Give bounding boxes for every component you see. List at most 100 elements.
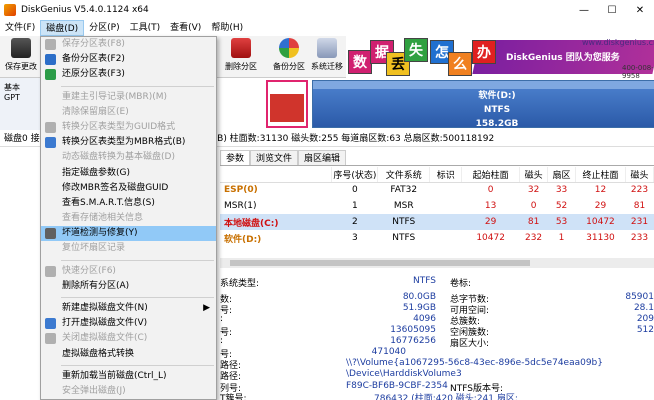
disk-menu-item-label: 清除保留扇区(E) bbox=[62, 106, 129, 117]
partition-sector: 33 bbox=[555, 185, 568, 196]
menu-file[interactable]: 文件(F) bbox=[0, 20, 40, 36]
backup-partition-button[interactable]: 备份分区 bbox=[268, 38, 310, 72]
disk-menu-item[interactable]: 查看S.M.A.R.T.信息(S) bbox=[41, 196, 216, 211]
backup-partition-icon bbox=[279, 38, 299, 58]
partition-fs: FAT32 bbox=[390, 185, 418, 196]
detail-label: : bbox=[220, 336, 224, 346]
col-header-head[interactable]: 磁头 bbox=[519, 167, 549, 183]
partition-block-d[interactable]: 软件(D:) NTFS 158.2GB bbox=[312, 80, 654, 129]
mbr-icon bbox=[45, 137, 56, 149]
partition-index: 3 bbox=[351, 233, 358, 243]
partition-flag bbox=[430, 198, 462, 214]
partition-sector: 1 bbox=[558, 233, 565, 243]
disk-menu-item[interactable]: 坏道检测与修复(Y) bbox=[41, 226, 216, 242]
disk-menu-item[interactable]: 备份分区表(F2) bbox=[41, 52, 216, 67]
minimize-button[interactable]: — bbox=[570, 0, 598, 20]
repair-icon bbox=[45, 228, 56, 240]
promo-banner[interactable]: 数 据 丢 失 怎 么 办 www.diskgenius.cn DiskGeni… bbox=[346, 36, 654, 78]
disk-menu-item[interactable]: 指定磁盘参数(G) bbox=[41, 166, 216, 181]
disk-menu-item[interactable]: 还原分区表(F3) bbox=[41, 67, 216, 82]
mft-cluster-label: T簇号: bbox=[220, 394, 247, 400]
save-icon bbox=[11, 38, 31, 58]
maximize-button[interactable]: ☐ bbox=[598, 0, 626, 20]
disk-menu-item: 转换分区表类型为GUID格式 bbox=[41, 120, 216, 135]
disk-menu-item[interactable]: 修改MBR签名及磁盘GUID bbox=[41, 181, 216, 196]
disk-menu-item[interactable]: 打开虚拟磁盘文件(V) bbox=[41, 316, 216, 331]
partition-index: 1 bbox=[351, 201, 358, 211]
menu-tools[interactable]: 工具(T) bbox=[125, 20, 166, 36]
disk-menu-item: 关闭虚拟磁盘文件(C) bbox=[41, 331, 216, 346]
partition-block-c[interactable] bbox=[266, 80, 308, 128]
table-horizontal-scrollbar[interactable] bbox=[220, 258, 654, 268]
disk-tree[interactable] bbox=[0, 150, 42, 400]
table-row[interactable]: 本地磁盘(C:) 2 NTFS 29 81 53 10472 231 bbox=[220, 214, 654, 230]
delete-partition-label: 删除分区 bbox=[225, 62, 257, 71]
col-header-name[interactable] bbox=[220, 167, 333, 183]
col-header-fs[interactable]: 文件系统 bbox=[377, 167, 431, 183]
partition-end-head: 223 bbox=[630, 185, 649, 196]
banner-char-4: 失 bbox=[404, 38, 428, 62]
mft-cluster-value: 786432 (柱面:420 磁头:241 扇区: bbox=[374, 394, 518, 400]
quick-partition-icon bbox=[45, 265, 56, 277]
table-row[interactable]: 软件(D:) 3 NTFS 10472 232 1 31130 233 bbox=[220, 230, 654, 246]
disk-menu-item[interactable]: 重新加载当前磁盘(Ctrl_L) bbox=[41, 369, 216, 384]
disk-menu-item: 清除保留扇区(E) bbox=[41, 105, 216, 120]
banner-char-7: 办 bbox=[472, 40, 496, 64]
menu-help[interactable]: 帮助(H) bbox=[206, 20, 248, 36]
col-header-start-cyl[interactable]: 起始柱面 bbox=[461, 167, 521, 183]
partition-fs: NTFS bbox=[377, 214, 430, 230]
col-header-end-cyl[interactable]: 终止柱面 bbox=[575, 167, 626, 183]
free-clusters-value: 512 bbox=[636, 325, 654, 335]
partition-end-cyl: 31130 bbox=[586, 233, 615, 243]
submenu-arrow-icon: ▶ bbox=[203, 303, 210, 313]
disk-menu-item-label: 删除所有分区(A) bbox=[62, 280, 130, 291]
disk-menu-item[interactable]: 删除所有分区(A) bbox=[41, 279, 216, 294]
partition-head: 232 bbox=[524, 233, 543, 243]
tab-sector-edit[interactable]: 扇区编辑 bbox=[298, 150, 347, 165]
banner-char-6: 么 bbox=[448, 52, 472, 76]
menu-bar: 文件(F) 磁盘(D) 分区(P) 工具(T) 查看(V) 帮助(H) bbox=[0, 20, 654, 36]
partition-name: ESP(0) bbox=[224, 185, 258, 196]
partition-end-cyl: 12 bbox=[594, 185, 607, 196]
volume-label: 卷标: bbox=[450, 279, 472, 289]
partition-name: MSR(1) bbox=[224, 201, 257, 211]
menu-disk[interactable]: 磁盘(D) bbox=[40, 20, 85, 36]
partition-end-head: 81 bbox=[633, 201, 646, 211]
save-changes-button[interactable]: 保存更改 bbox=[0, 38, 42, 72]
disk-menu-item-label: 重建主引导记录(MBR)(M) bbox=[62, 91, 168, 102]
delete-partition-icon bbox=[231, 38, 251, 58]
close-button[interactable]: ✕ bbox=[626, 0, 654, 20]
save-changes-label: 保存更改 bbox=[5, 62, 37, 71]
disk-menu-item-label: 快速分区(F6) bbox=[62, 265, 116, 276]
disk-menu-item[interactable]: 新建虚拟磁盘文件(N) ▶ bbox=[41, 301, 216, 316]
total-clusters-value: 209 bbox=[636, 314, 654, 324]
detail-label: : bbox=[220, 314, 224, 324]
disk-menu-item[interactable]: 虚拟磁盘格式转换 bbox=[41, 347, 216, 362]
col-header-flag[interactable]: 标识 bbox=[429, 167, 463, 183]
scrollbar-thumb[interactable] bbox=[230, 260, 530, 266]
tab-browse-files[interactable]: 浏览文件 bbox=[250, 150, 299, 165]
col-header-sector[interactable]: 扇区 bbox=[547, 167, 577, 183]
sectors-value: 16776256 bbox=[390, 336, 436, 346]
disk-menu-item-label: 虚拟磁盘格式转换 bbox=[62, 348, 135, 359]
delete-partition-button[interactable]: 删除分区 bbox=[220, 38, 262, 72]
partition-head: 32 bbox=[527, 185, 540, 196]
partition-start-cyl: 29 bbox=[461, 214, 520, 230]
menu-view[interactable]: 查看(V) bbox=[165, 20, 206, 36]
menu-partition[interactable]: 分区(P) bbox=[84, 20, 124, 36]
disk-menu-item[interactable]: 转换分区表类型为MBR格式(B) bbox=[41, 135, 216, 150]
disk-type-panel: 基本 GPT bbox=[0, 78, 42, 130]
disk-menu-item-label: 转换分区表类型为MBR格式(B) bbox=[62, 137, 186, 148]
table-row[interactable]: ESP(0) 0 FAT32 0 32 33 12 223 bbox=[220, 182, 654, 198]
col-header-index[interactable]: 序号(状态) bbox=[331, 167, 379, 183]
col-header-end-head[interactable]: 磁头 bbox=[625, 167, 654, 183]
partition-end-head: 233 bbox=[630, 233, 649, 243]
tab-params[interactable]: 参数 bbox=[220, 150, 251, 165]
table-row[interactable]: MSR(1) 1 MSR 13 0 52 29 81 bbox=[220, 198, 654, 214]
system-migrate-button[interactable]: 系统迁移 bbox=[306, 38, 348, 72]
backup-partition-label: 备份分区 bbox=[273, 62, 305, 71]
device-path-value: \Device\HarddiskVolume3 bbox=[346, 369, 462, 379]
partition-index: 2 bbox=[331, 214, 378, 230]
banner-url: www.diskgenius.cn bbox=[582, 38, 654, 47]
total-bytes-value: 85901 bbox=[625, 292, 654, 302]
